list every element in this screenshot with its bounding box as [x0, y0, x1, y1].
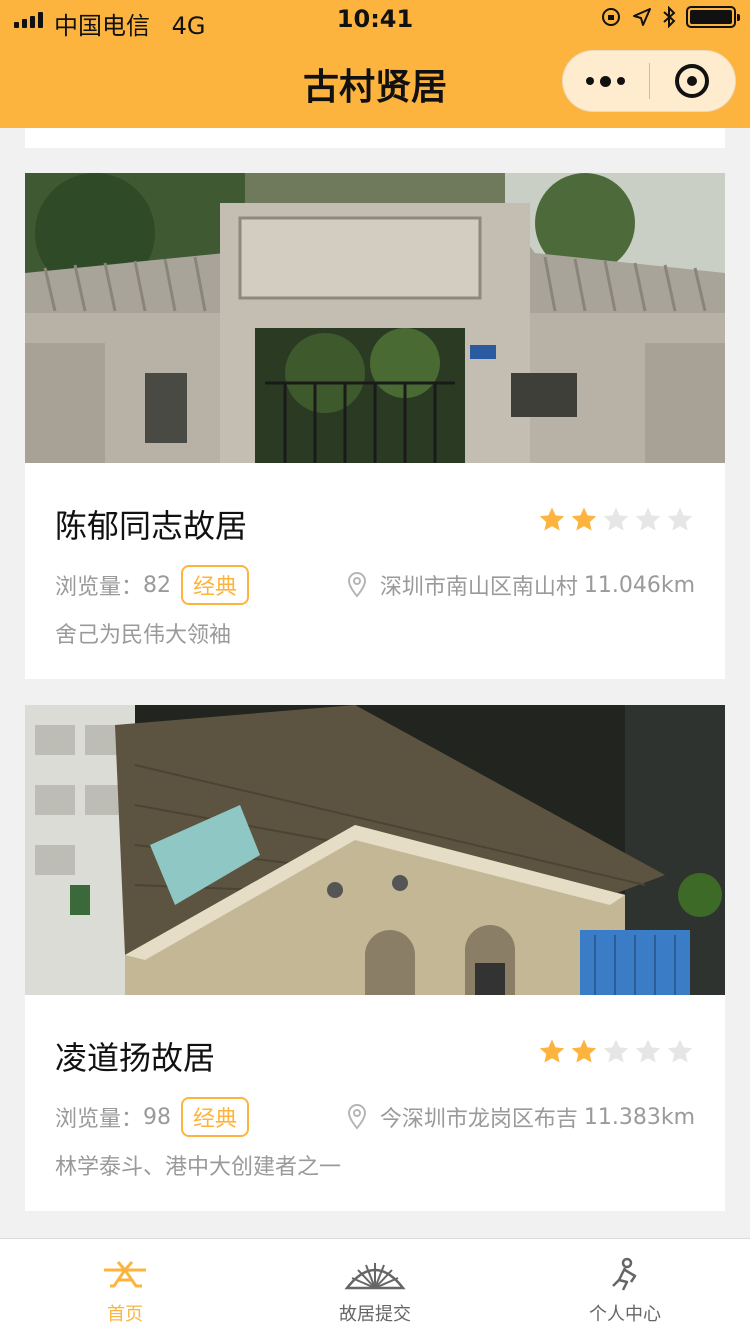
- star-empty-icon: [603, 507, 629, 531]
- residence-title: 陈郁同志故居: [55, 507, 248, 545]
- card-body: 凌道扬故居 浏览量： 98 经典 今深圳市龙岗区布吉 11.383km 林学泰斗…: [25, 995, 725, 1211]
- views-label: 浏览量：: [55, 575, 144, 600]
- residence-card[interactable]: 凌道扬故居 浏览量： 98 经典 今深圳市龙岗区布吉 11.383km 林学泰斗…: [25, 705, 725, 1211]
- star-empty-icon: [635, 1039, 661, 1063]
- mini-program-capsule: [562, 50, 736, 112]
- person-icon: [612, 1257, 637, 1291]
- location-info: 今深圳市龙岗区布吉 11.383km: [346, 1101, 695, 1133]
- tab-home[interactable]: 首页: [0, 1239, 250, 1334]
- status-icons: [600, 6, 740, 28]
- top-bar: 中国电信 4G 10:41 古村贤居: [0, 0, 750, 128]
- tab-profile[interactable]: 个人中心: [500, 1239, 750, 1334]
- address: 今深圳市龙岗区布吉: [379, 1107, 578, 1132]
- star-empty-icon: [603, 1039, 629, 1063]
- tab-submit[interactable]: 故居提交: [250, 1239, 500, 1334]
- location-arrow-icon: [633, 8, 651, 26]
- bluetooth-icon: [663, 6, 676, 28]
- star-filled-icon: [571, 1039, 597, 1063]
- target-icon: [675, 64, 710, 98]
- location-info: 深圳市南山区南山村 11.046km: [346, 569, 695, 601]
- views-value: 82: [143, 572, 172, 598]
- views-value: 98: [143, 1104, 172, 1130]
- tab-label: 首页: [107, 1304, 143, 1325]
- home-roof-icon: [104, 1261, 146, 1288]
- orientation-lock-icon: [602, 8, 620, 26]
- tab-label: 个人中心: [589, 1304, 661, 1325]
- tab-label: 故居提交: [339, 1304, 411, 1325]
- location-pin-icon: [347, 571, 366, 598]
- star-rating: [537, 505, 695, 535]
- views-label: 浏览量：: [55, 1107, 144, 1132]
- view-count: 浏览量： 82 经典: [55, 565, 250, 605]
- status-bar: 中国电信 4G 10:41: [0, 0, 750, 40]
- residence-photo: [25, 173, 725, 463]
- distance: 11.383km: [583, 1104, 695, 1130]
- previous-card-edge: [25, 128, 725, 148]
- card-body: 陈郁同志故居 浏览量： 82 经典 深圳市南山区南山村 11.046km 舍己为…: [25, 463, 725, 679]
- residence-description: 舍己为民伟大领袖: [55, 623, 232, 648]
- star-filled-icon: [539, 1039, 565, 1063]
- bottom-tab-bar: 首页 故居提交 个人中心: [0, 1238, 750, 1334]
- fan-icon: [344, 1263, 406, 1290]
- residence-description: 林学泰斗、港中大创建者之一: [55, 1155, 342, 1180]
- residence-title: 凌道扬故居: [55, 1039, 216, 1077]
- star-empty-icon: [667, 1039, 693, 1063]
- star-empty-icon: [667, 507, 693, 531]
- address: 深圳市南山区南山村: [379, 575, 578, 600]
- distance: 11.046km: [583, 572, 695, 598]
- star-empty-icon: [635, 507, 661, 531]
- view-count: 浏览量： 98 经典: [55, 1097, 250, 1137]
- close-mini-program-button[interactable]: [650, 64, 736, 98]
- classic-tag: 经典: [181, 1097, 250, 1137]
- star-rating: [537, 1037, 695, 1067]
- star-filled-icon: [539, 507, 565, 531]
- more-icon[interactable]: [563, 75, 649, 87]
- residence-card[interactable]: 陈郁同志故居 浏览量： 82 经典 深圳市南山区南山村 11.046km 舍己为…: [25, 173, 725, 679]
- battery-icon: [686, 6, 740, 28]
- star-filled-icon: [571, 507, 597, 531]
- location-pin-icon: [347, 1103, 366, 1130]
- classic-tag: 经典: [181, 565, 250, 605]
- residence-photo: [25, 705, 725, 995]
